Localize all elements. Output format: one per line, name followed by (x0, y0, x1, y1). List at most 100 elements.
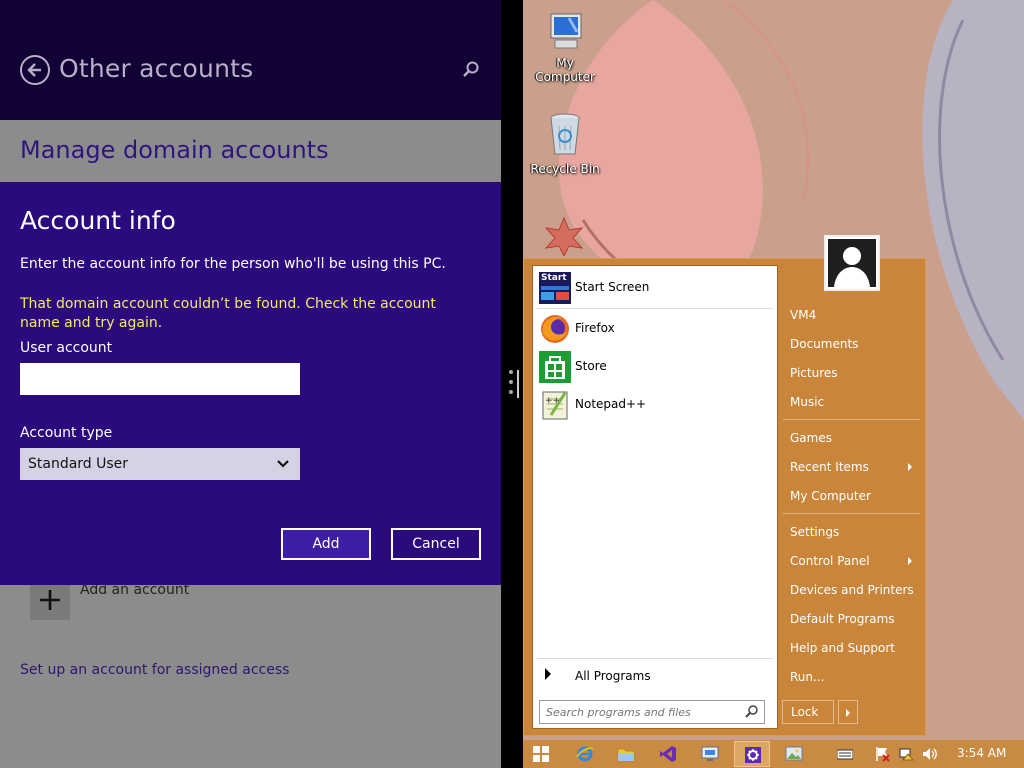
control-panel-label: Control Panel (790, 554, 870, 568)
desktop-icon-my-computer[interactable]: My Computer (525, 12, 605, 84)
submenu-arrow-icon (908, 463, 912, 471)
back-button[interactable] (20, 55, 50, 85)
start-link-default-programs[interactable]: Default Programs (790, 607, 920, 631)
lock-button[interactable]: Lock (782, 700, 834, 724)
plus-icon (40, 590, 60, 610)
folder-icon (617, 748, 635, 762)
start-link-games[interactable]: Games (790, 426, 920, 450)
submenu-arrow-icon (908, 557, 912, 565)
chevron-right-icon (846, 709, 850, 717)
store-icon (539, 351, 571, 383)
start-menu-programs-panel: Start Start Screen Firefox Store ++ Note… (532, 265, 778, 729)
settings-pane: Other accounts Manage domain accounts Ad… (0, 0, 501, 768)
section-header: Manage domain accounts (20, 136, 329, 164)
assigned-access-link[interactable]: Set up an account for assigned access (20, 662, 289, 678)
taskbar-image-viewer[interactable] (776, 741, 812, 767)
cancel-button[interactable]: Cancel (391, 528, 481, 560)
start-screen-icon: Start (539, 272, 571, 304)
user-account-label: User account (20, 340, 113, 356)
desktop-shortcut-icon (544, 216, 584, 256)
dialog-title: Account info (20, 206, 176, 235)
recent-items-label: Recent Items (790, 460, 869, 474)
program-store[interactable]: Store (537, 349, 773, 385)
search-button[interactable] (462, 60, 482, 80)
separator (783, 419, 920, 420)
desktop-icon-label: My Computer (535, 56, 595, 84)
account-info-dialog: Account info Enter the account info for … (0, 182, 501, 585)
program-label: Store (575, 359, 607, 373)
dialog-description: Enter the account info for the person wh… (20, 256, 446, 272)
computer-icon (550, 13, 582, 49)
account-type-label: Account type (20, 425, 113, 441)
triangle-right-icon (545, 668, 551, 680)
taskbar-visual-studio[interactable] (650, 741, 686, 767)
add-account-button[interactable] (30, 580, 70, 620)
start-tile-text: Start (541, 273, 567, 283)
page-title: Other accounts (59, 54, 254, 83)
desktop-icon-label: Recycle Bin (530, 162, 600, 176)
notepad-plus-plus-icon: ++ (542, 391, 568, 420)
program-label: Notepad++ (575, 397, 647, 411)
start-link-vm4[interactable]: VM4 (790, 303, 920, 327)
user-avatar[interactable] (824, 235, 880, 291)
all-programs-label: All Programs (575, 669, 651, 683)
account-type-value: Standard User (28, 456, 129, 472)
taskbar-remote-desktop[interactable] (692, 741, 728, 767)
windows-logo-icon (533, 746, 549, 762)
system-clock[interactable]: 3:54 AM (957, 746, 1006, 760)
visual-studio-icon (660, 746, 676, 762)
program-label: Firefox (575, 321, 615, 335)
back-arrow-icon (27, 63, 41, 77)
start-search-input[interactable] (539, 700, 765, 724)
separator (783, 513, 920, 514)
snap-splitter[interactable] (501, 0, 523, 768)
start-menu: Start Start Screen Firefox Store ++ Note… (523, 235, 926, 736)
splitter-grip-icon (509, 370, 513, 398)
firefox-icon (541, 315, 569, 343)
program-notepad-plus-plus[interactable]: ++ Notepad++ (537, 387, 773, 423)
error-message: That domain account couldn’t be found. C… (20, 296, 436, 331)
search-icon[interactable] (745, 704, 759, 718)
program-firefox[interactable]: Firefox (537, 311, 773, 347)
start-link-pictures[interactable]: Pictures (790, 361, 920, 385)
taskbar: 3:54 AM (523, 740, 1024, 768)
taskbar-internet-explorer[interactable] (567, 741, 603, 767)
start-link-settings[interactable]: Settings (790, 520, 920, 544)
splitter-bar (517, 370, 519, 398)
separator (537, 658, 773, 659)
user-account-input[interactable] (20, 363, 300, 395)
start-button[interactable] (523, 741, 559, 767)
user-icon (834, 247, 870, 287)
start-link-documents[interactable]: Documents (790, 332, 920, 356)
gear-icon (745, 747, 761, 763)
keyboard-icon[interactable] (837, 746, 853, 762)
remote-desktop-icon (701, 746, 719, 761)
search-icon (463, 61, 479, 77)
start-link-devices-printers[interactable]: Devices and Printers (790, 578, 920, 602)
start-link-control-panel[interactable]: Control Panel (790, 549, 920, 573)
start-link-help-support[interactable]: Help and Support (790, 636, 920, 660)
all-programs-button[interactable]: All Programs (537, 664, 773, 688)
start-link-run[interactable]: Run... (790, 665, 920, 689)
recycle-bin-icon (550, 113, 580, 155)
volume-icon[interactable] (922, 746, 938, 762)
start-link-recent-items[interactable]: Recent Items (790, 455, 920, 479)
photo-icon (785, 746, 803, 761)
taskbar-settings-active[interactable] (734, 741, 770, 767)
program-start-screen[interactable]: Start Start Screen (537, 270, 773, 306)
taskbar-file-explorer[interactable] (608, 741, 644, 767)
lock-options-button[interactable] (838, 700, 858, 724)
account-type-select[interactable]: Standard User (20, 448, 300, 480)
separator (537, 308, 773, 309)
start-link-music[interactable]: Music (790, 390, 920, 414)
desktop-icon-recycle-bin[interactable]: Recycle Bin (525, 112, 605, 176)
internet-explorer-icon (576, 746, 594, 762)
action-center-flag-icon[interactable] (874, 746, 890, 762)
add-button[interactable]: Add (281, 528, 371, 560)
svg-text:++: ++ (545, 396, 560, 406)
program-label: Start Screen (575, 280, 650, 294)
settings-header: Other accounts (0, 0, 501, 120)
start-link-my-computer[interactable]: My Computer (790, 484, 920, 508)
network-icon[interactable] (898, 746, 914, 762)
chevron-down-icon (277, 460, 289, 468)
